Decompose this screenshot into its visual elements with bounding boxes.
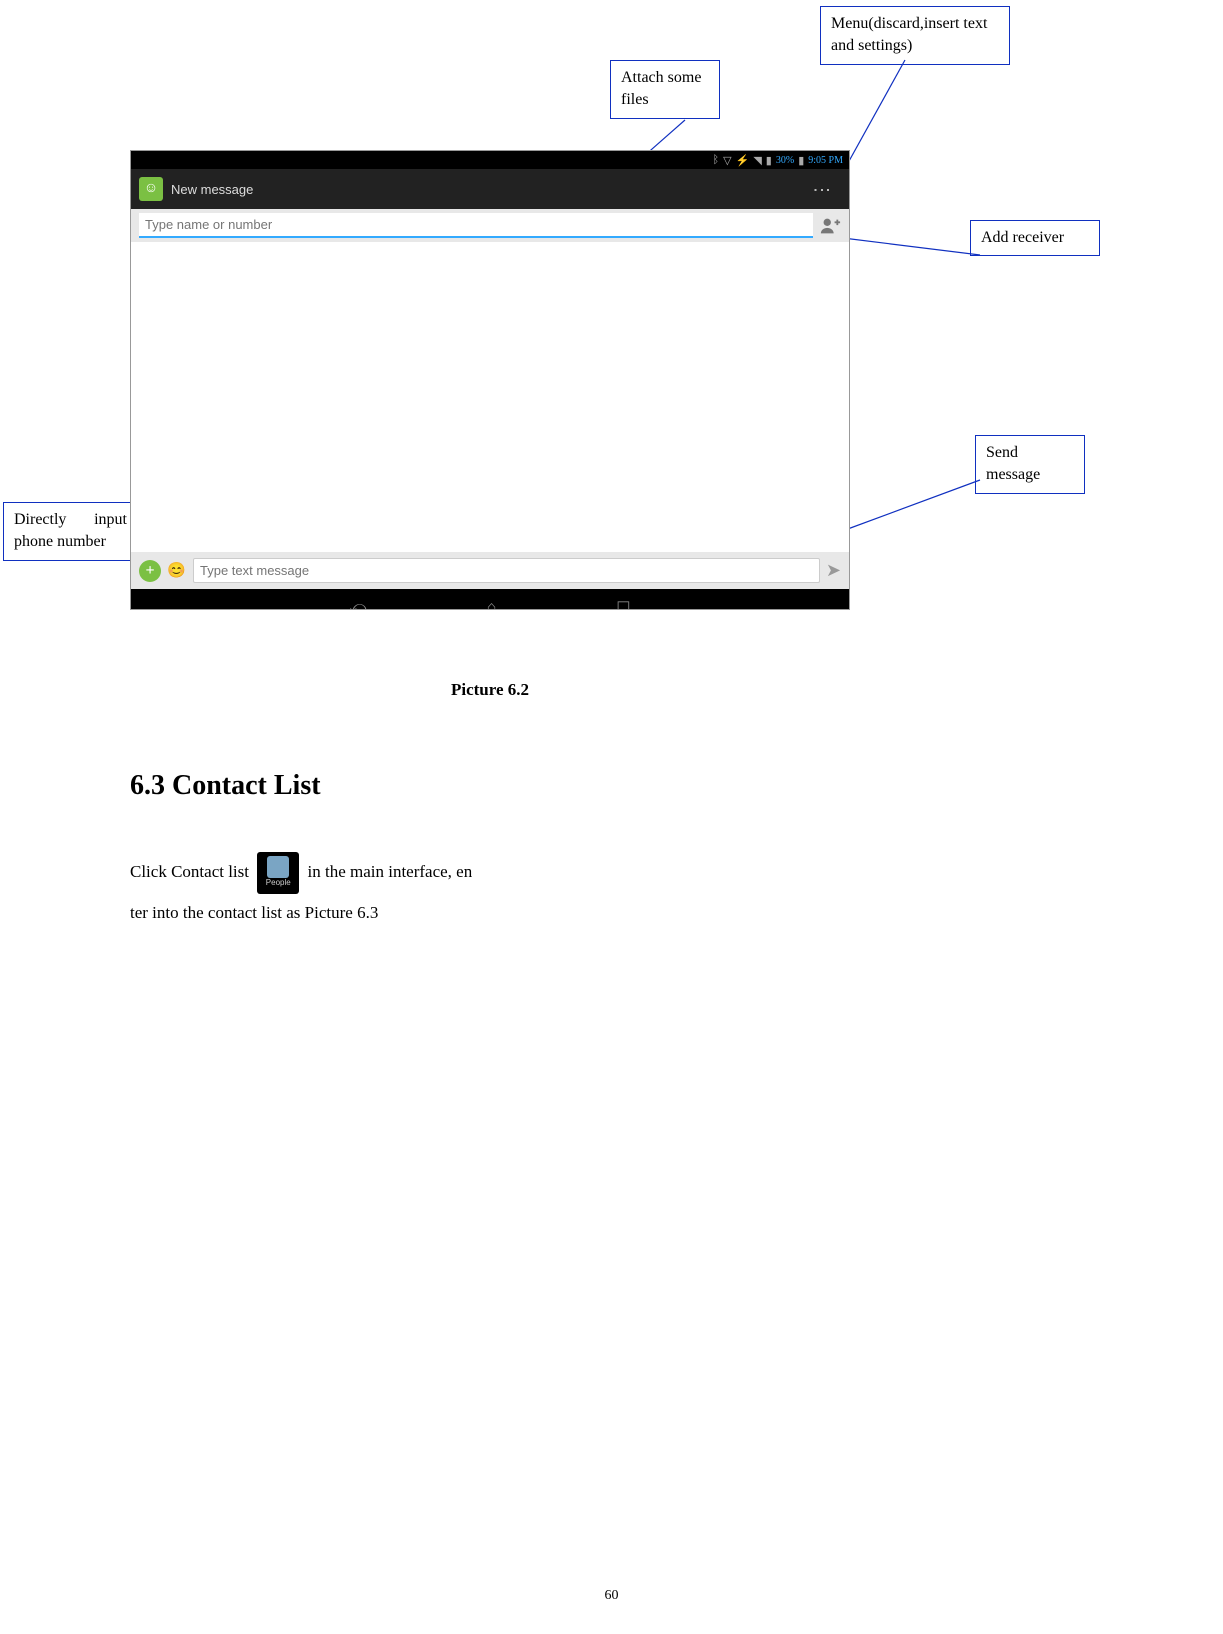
home-icon[interactable]: ⌂ — [487, 599, 497, 610]
body-part2: in the main interface, en — [308, 862, 473, 881]
time-text: 9:05 PM — [808, 155, 843, 166]
message-body-area — [131, 242, 849, 552]
body-paragraph: Click Contact list in the main interface… — [130, 852, 850, 931]
figure-caption: Picture 6.2 — [130, 680, 850, 700]
message-input[interactable] — [193, 558, 820, 583]
body-part3: ter into the contact list as Picture 6.3 — [130, 903, 378, 922]
battery-text: 30% — [776, 155, 794, 166]
attach-button[interactable]: + — [139, 560, 161, 582]
navigation-bar: ⤺ ⌂ ☐ — [131, 589, 849, 610]
status-bar: ᛒ ▽ ⚡ ◥ ▮ 30% ▮ 9:05 PM — [131, 151, 849, 169]
messaging-app-icon: ☺ — [139, 177, 163, 201]
callout-send: Send message — [975, 435, 1085, 494]
callout-attach: Attach some files — [610, 60, 720, 119]
page-number: 60 — [0, 1588, 1223, 1604]
people-app-icon — [257, 852, 299, 894]
callout-add-receiver: Add receiver — [970, 220, 1100, 256]
section-heading: 6.3 Contact List — [130, 770, 850, 802]
app-bar: ☺ New message ⋮ — [131, 169, 849, 209]
screenshot-new-message: ᛒ ▽ ⚡ ◥ ▮ 30% ▮ 9:05 PM ☺ New message ⋮ … — [130, 150, 850, 610]
wifi-icon: ⚡ — [736, 154, 750, 167]
overflow-menu-icon[interactable]: ⋮ — [803, 177, 841, 202]
network-icon: ◥ — [753, 154, 761, 167]
battery-icon: ▮ — [798, 154, 804, 167]
bluetooth-icon: ᛒ — [713, 154, 720, 166]
app-title: New message — [171, 182, 253, 197]
callout-menu: Menu(discard,insert text and settings) — [820, 6, 1010, 65]
emoji-icon[interactable]: 😊 — [167, 561, 187, 581]
cell-icon: ▮ — [766, 154, 772, 167]
signal-icon: ▽ — [723, 154, 731, 167]
send-icon[interactable]: ➤ — [826, 560, 841, 581]
add-receiver-icon[interactable] — [819, 215, 841, 237]
callout-direct-input: Directly input phone number — [3, 502, 138, 561]
recent-icon[interactable]: ☐ — [616, 598, 630, 610]
body-part1: Click Contact list — [130, 862, 253, 881]
recipient-input[interactable] — [139, 213, 813, 238]
back-icon[interactable]: ⤺ — [349, 599, 366, 610]
